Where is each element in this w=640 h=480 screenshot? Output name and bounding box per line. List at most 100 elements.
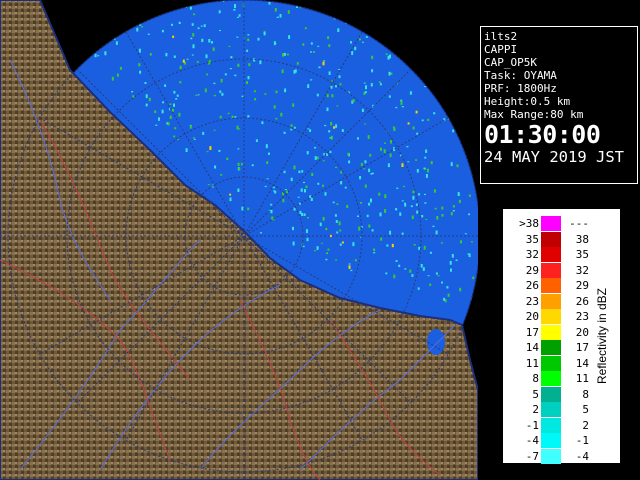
echo-speckle: [396, 27, 398, 32]
echo-speckle: [346, 0, 349, 3]
task-name: Task: OYAMA: [484, 69, 557, 82]
echo-speckle: [411, 215, 414, 219]
echo-speckle: [327, 36, 330, 40]
echo-speckle: [192, 44, 195, 49]
echo-speckle: [99, 35, 102, 38]
echo-speckle: [352, 242, 355, 247]
echo-speckle: [392, 126, 395, 129]
legend-lower-bound: 35: [525, 232, 539, 246]
legend-lower-bound: 5: [532, 387, 539, 401]
echo-speckle: [104, 51, 107, 56]
echo-speckle: [148, 97, 151, 102]
echo-speckle: [329, 234, 332, 238]
echo-speckle: [219, 30, 221, 32]
echo-speckle: [458, 7, 461, 11]
legend-color-swatch: [541, 402, 561, 417]
echo-speckle: [384, 142, 386, 144]
echo-speckle: [425, 219, 428, 220]
echo-speckle: [319, 222, 322, 227]
echo-speckle: [364, 160, 367, 164]
echo-speckle: [230, 56, 233, 59]
echo-speckle: [469, 100, 472, 102]
legend-lower-bound: 17: [525, 325, 539, 339]
echo-speckle: [465, 138, 468, 141]
echo-speckle: [229, 197, 232, 202]
echo-speckle: [268, 2, 271, 5]
echo-speckle: [139, 70, 142, 74]
echo-speckle: [427, 118, 430, 121]
echo-speckle: [273, 105, 276, 109]
echo-speckle: [309, 195, 312, 199]
echo-speckle: [129, 12, 132, 16]
echo-speckle: [247, 207, 250, 210]
echo-speckle: [326, 93, 329, 98]
echo-speckle: [266, 161, 269, 164]
echo-speckle: [303, 181, 305, 184]
echo-speckle: [457, 73, 460, 76]
echo-speckle: [322, 216, 325, 221]
echo-speckle: [158, 117, 160, 121]
echo-speckle: [253, 90, 256, 93]
legend-lower-bound: 20: [525, 310, 539, 323]
echo-speckle: [414, 43, 417, 47]
echo-speckle: [332, 201, 335, 204]
echo-speckle: [264, 93, 267, 95]
echo-speckle: [351, 51, 354, 55]
echo-speckle: [432, 225, 435, 228]
echo-speckle: [324, 124, 327, 127]
echo-speckle: [208, 61, 211, 64]
echo-speckle: [189, 6, 192, 10]
echo-speckle: [240, 163, 243, 166]
echo-speckle: [443, 3, 446, 8]
echo-speckle: [260, 232, 262, 234]
echo-speckle: [395, 260, 398, 262]
echo-speckle: [155, 124, 158, 126]
echo-speckle: [178, 112, 181, 117]
echo-speckle: [282, 0, 285, 3]
echo-speckle: [426, 11, 429, 15]
echo-speckle: [111, 76, 114, 81]
echo-speckle: [452, 210, 455, 212]
echo-speckle: [336, 231, 339, 234]
legend-upper-bound: 5: [582, 403, 589, 416]
echo-speckle: [97, 55, 100, 57]
echo-speckle: [412, 190, 415, 194]
echo-speckle: [282, 53, 284, 57]
echo-speckle: [475, 126, 478, 130]
echo-speckle: [275, 90, 278, 94]
echo-speckle: [293, 165, 296, 170]
echo-speckle: [364, 91, 367, 94]
echo-speckle: [355, 15, 358, 17]
echo-speckle: [388, 39, 390, 42]
echo-speckle: [434, 207, 437, 210]
echo-speckle: [459, 108, 462, 113]
echo-speckle: [286, 53, 289, 56]
echo-speckle: [293, 126, 296, 129]
echo-speckle: [281, 69, 284, 74]
echo-speckle: [390, 140, 392, 144]
echo-speckle: [272, 186, 275, 189]
legend-lower-bound: -1: [525, 418, 539, 432]
echo-speckle: [303, 213, 306, 216]
legend-lower-bound: >38: [519, 217, 539, 230]
echo-speckle: [229, 68, 232, 70]
echo-speckle: [347, 152, 350, 156]
echo-speckle: [338, 69, 341, 70]
echo-speckle: [253, 58, 256, 62]
echo-speckle: [73, 23, 76, 28]
echo-speckle: [463, 8, 466, 13]
echo-speckle: [467, 253, 470, 255]
echo-speckle: [367, 135, 370, 139]
echo-speckle: [306, 237, 309, 242]
echo-speckle: [462, 118, 465, 122]
echo-speckle: [424, 86, 427, 88]
legend-upper-bound: 20: [575, 325, 589, 339]
echo-speckle: [101, 22, 104, 25]
echo-speckle: [390, 72, 393, 75]
echo-speckle: [149, 53, 152, 56]
echo-speckle: [388, 95, 391, 98]
echo-speckle: [326, 107, 329, 112]
echo-speckle: [293, 207, 296, 211]
echo-speckle: [237, 148, 240, 150]
echo-speckle: [186, 58, 189, 60]
